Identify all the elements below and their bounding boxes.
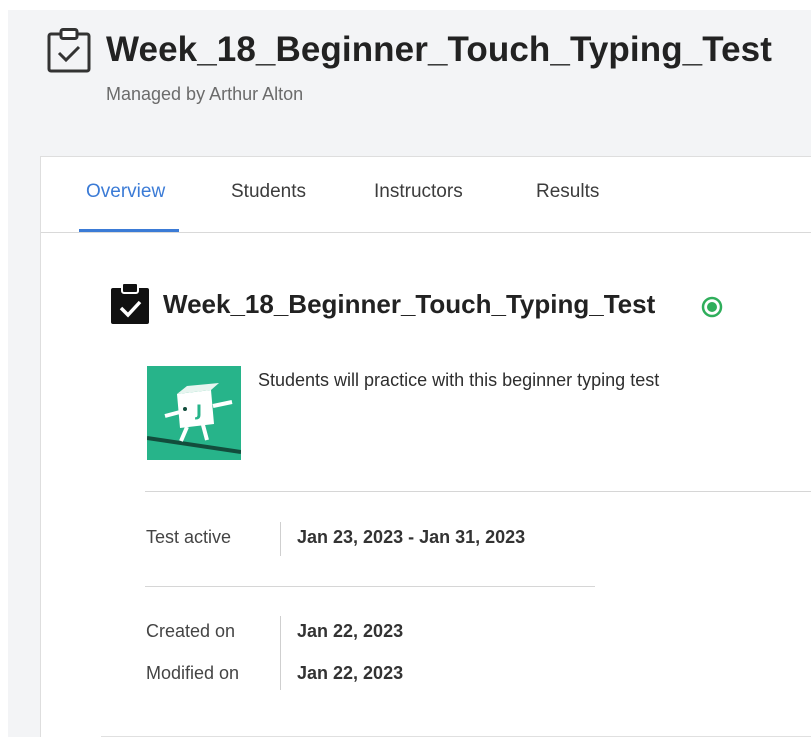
- svg-text:J: J: [195, 401, 202, 420]
- modified-on-value: Jan 22, 2023: [297, 663, 404, 683]
- test-card: Overview Students Instructors Results We…: [40, 156, 811, 737]
- clipboard-check-filled-icon: [109, 282, 151, 325]
- test-active-label: Test active: [146, 527, 232, 547]
- divider: [145, 586, 595, 587]
- detail-separator: [280, 616, 281, 690]
- tab-bar: Overview Students Instructors Results: [41, 157, 811, 233]
- page-title: Week_18_Beginner_Touch_Typing_Test: [106, 30, 773, 69]
- tab-results[interactable]: Results: [536, 181, 599, 203]
- modified-on-label: Modified on: [146, 663, 240, 683]
- created-on-value: Jan 22, 2023: [297, 621, 404, 641]
- active-status-dot-icon: [701, 296, 723, 318]
- active-tab-indicator: [79, 229, 179, 232]
- managed-by-text: Managed by Arthur Alton: [106, 84, 304, 104]
- test-active-value: Jan 23, 2023 - Jan 31, 2023: [297, 527, 526, 547]
- tab-overview[interactable]: Overview: [86, 181, 165, 203]
- divider: [145, 491, 811, 492]
- typing-mascot-icon: J: [147, 366, 241, 460]
- test-description: Students will practice with this beginne…: [258, 370, 660, 390]
- test-title: Week_18_Beginner_Touch_Typing_Test: [163, 289, 656, 319]
- detail-separator: [280, 522, 281, 556]
- tab-students[interactable]: Students: [231, 181, 306, 203]
- page: Week_18_Beginner_Touch_Typing_Test Manag…: [0, 0, 811, 737]
- clipboard-check-outline-icon: [46, 28, 92, 74]
- tab-instructors[interactable]: Instructors: [374, 181, 463, 203]
- created-on-label: Created on: [146, 621, 236, 641]
